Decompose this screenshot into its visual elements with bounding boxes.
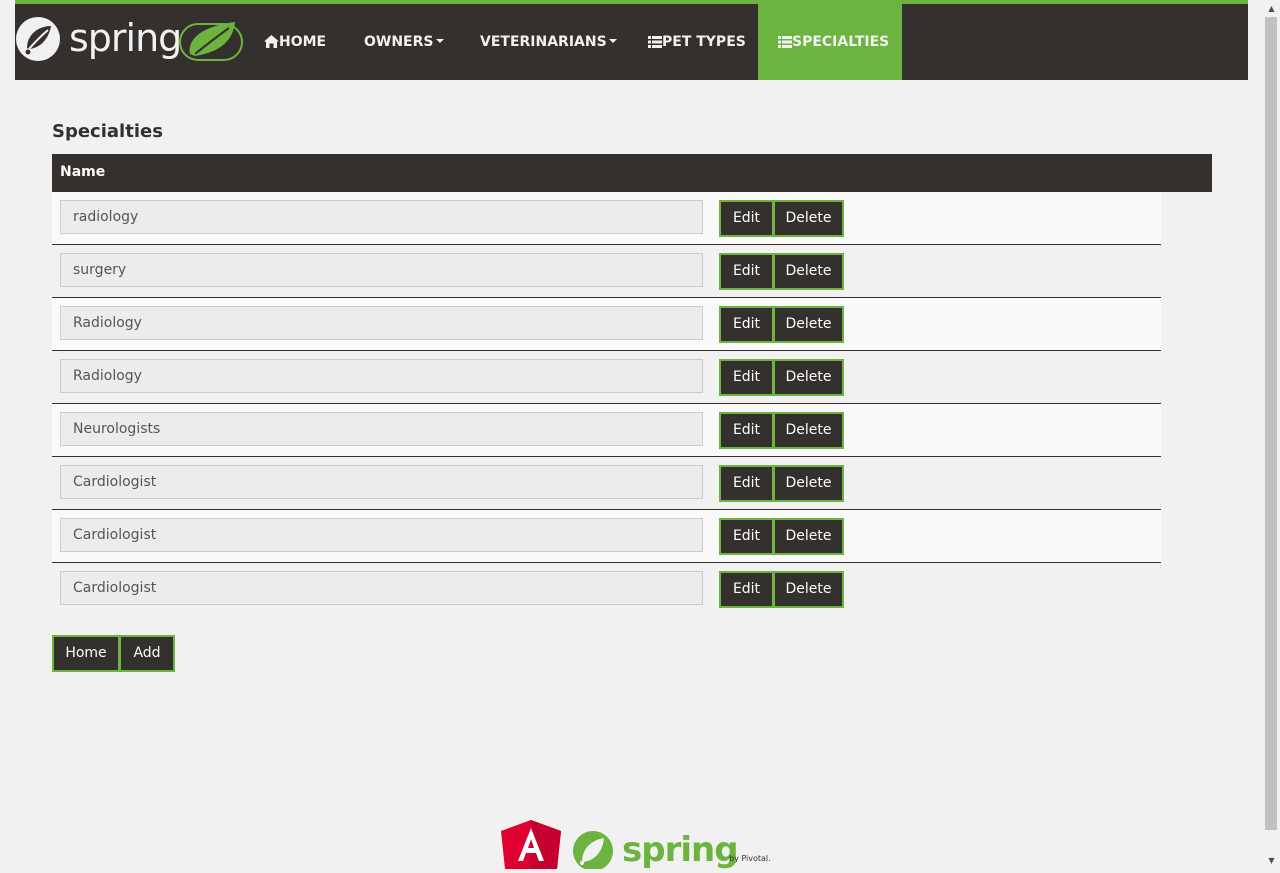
table-row: Radiology Edit Delete: [52, 298, 1161, 351]
spring-by-pivotal-logo: spring by Pivotal.: [573, 830, 771, 871]
specialty-name-field[interactable]: Cardiologist: [60, 571, 703, 605]
edit-button[interactable]: Edit: [719, 359, 774, 396]
nav-veterinarians[interactable]: VETERINARIANS: [480, 0, 617, 80]
specialty-name-field[interactable]: Radiology: [60, 359, 703, 393]
vertical-scrollbar[interactable]: ▲ ▼: [1263, 0, 1280, 869]
edit-button[interactable]: Edit: [719, 253, 774, 290]
add-button[interactable]: Add: [119, 635, 175, 672]
nav-home[interactable]: HOME: [264, 0, 326, 80]
delete-button[interactable]: Delete: [773, 465, 844, 502]
navbar: spring HOME OWNERS VETERINARIANS PET TYP…: [15, 0, 1248, 80]
specialty-name-field[interactable]: Neurologists: [60, 412, 703, 446]
specialty-name-field[interactable]: Cardiologist: [60, 465, 703, 499]
delete-button[interactable]: Delete: [773, 200, 844, 237]
delete-button[interactable]: Delete: [773, 359, 844, 396]
edit-button[interactable]: Edit: [719, 571, 774, 608]
page-title: Specialties: [52, 121, 163, 142]
specialty-name-field[interactable]: radiology: [60, 200, 703, 234]
specialty-name-field[interactable]: Cardiologist: [60, 518, 703, 552]
delete-button[interactable]: Delete: [773, 412, 844, 449]
svg-text:by Pivotal.: by Pivotal.: [729, 854, 771, 863]
delete-button[interactable]: Delete: [773, 253, 844, 290]
specialty-name-field[interactable]: Radiology: [60, 306, 703, 340]
edit-button[interactable]: Edit: [719, 465, 774, 502]
nav-owners-label: OWNERS: [364, 34, 434, 50]
nav-pet-types-label: PET TYPES: [662, 34, 746, 50]
nav-pet-types[interactable]: PET TYPES: [648, 0, 746, 80]
edit-button[interactable]: Edit: [719, 200, 774, 237]
edit-button[interactable]: Edit: [719, 412, 774, 449]
home-icon: [264, 6, 279, 82]
svg-text:spring: spring: [622, 830, 738, 869]
edit-button[interactable]: Edit: [719, 518, 774, 555]
table-row: Neurologists Edit Delete: [52, 404, 1161, 457]
table-row: radiology Edit Delete: [52, 192, 1161, 245]
table-row: Cardiologist Edit Delete: [52, 457, 1161, 510]
scrollbar-thumb[interactable]: [1265, 17, 1277, 830]
table-row: Cardiologist Edit Delete: [52, 563, 1161, 616]
edit-button[interactable]: Edit: [719, 306, 774, 343]
spring-logo[interactable]: spring: [15, 14, 245, 70]
caret-down-icon: [435, 39, 444, 43]
table-header: Name: [52, 154, 1212, 192]
table-row: Radiology Edit Delete: [52, 351, 1161, 404]
nav-specialties-label: SPECIALTIES: [792, 34, 890, 50]
delete-button[interactable]: Delete: [773, 306, 844, 343]
scroll-down-icon[interactable]: ▼: [1263, 852, 1280, 869]
column-header-name: Name: [60, 164, 106, 180]
table-row: surgery Edit Delete: [52, 245, 1161, 298]
svg-text:spring: spring: [69, 16, 181, 60]
scroll-up-icon[interactable]: ▲: [1263, 0, 1280, 17]
home-button[interactable]: Home: [52, 635, 120, 672]
caret-down-icon: [608, 39, 617, 43]
nav-veterinarians-label: VETERINARIANS: [480, 34, 607, 50]
delete-button[interactable]: Delete: [773, 571, 844, 608]
specialty-name-field[interactable]: surgery: [60, 253, 703, 287]
list-icon: [648, 6, 662, 82]
list-icon: [778, 6, 792, 82]
table-row: Cardiologist Edit Delete: [52, 510, 1161, 563]
footer-logos: spring by Pivotal.: [500, 818, 780, 871]
nav-specialties[interactable]: SPECIALTIES: [758, 0, 902, 80]
nav-home-label: HOME: [279, 34, 327, 50]
angular-logo: spring by Pivotal.: [501, 820, 771, 871]
nav-owners[interactable]: OWNERS: [364, 0, 444, 80]
delete-button[interactable]: Delete: [773, 518, 844, 555]
